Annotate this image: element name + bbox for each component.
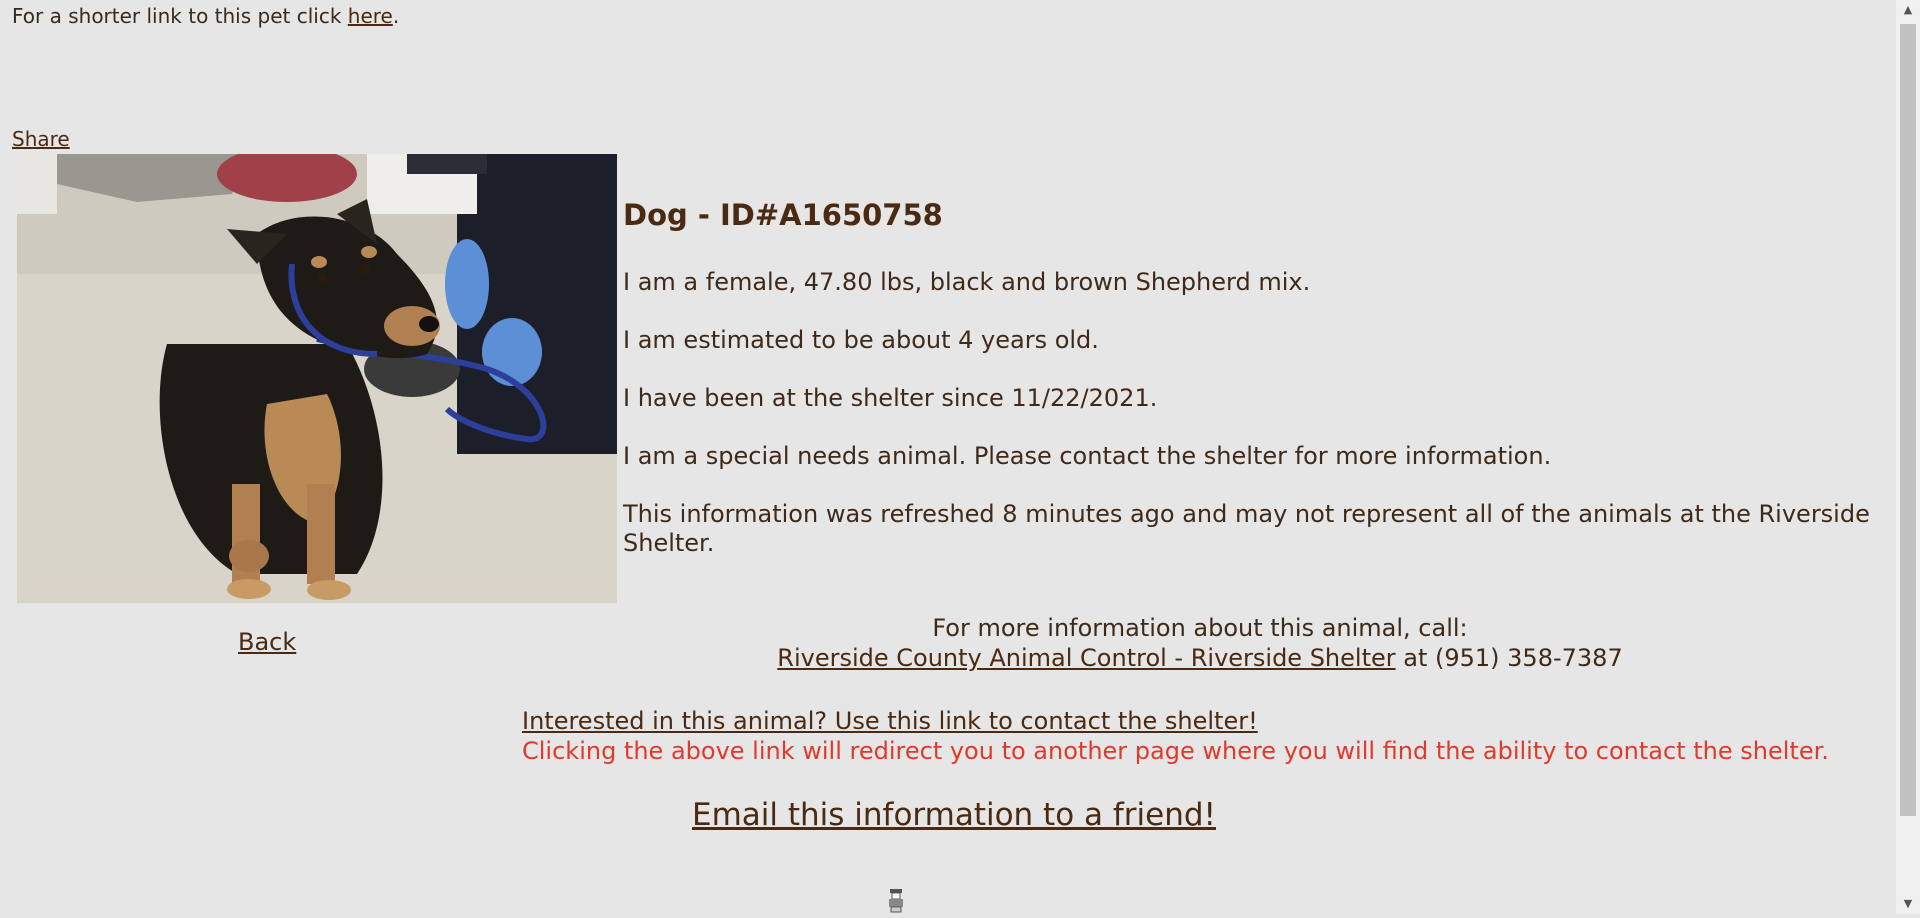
- loading-spinner-icon: [886, 887, 906, 918]
- scrollbar-thumb[interactable]: [1900, 24, 1916, 816]
- share-link[interactable]: Share: [12, 127, 70, 151]
- pet-title: Dog - ID#A1650758: [623, 198, 943, 232]
- contact-intro: For more information about this animal, …: [932, 614, 1468, 642]
- vertical-scrollbar[interactable]: ▲ ▼: [1896, 0, 1920, 914]
- email-friend-link[interactable]: Email this information to a friend!: [692, 797, 1216, 833]
- shortlink-suffix: .: [392, 4, 400, 28]
- pet-special-needs: I am a special needs animal. Please cont…: [623, 442, 1552, 470]
- back-link[interactable]: Back: [238, 628, 296, 656]
- pet-details: Dog - ID#A1650758 I am a female, 47.80 l…: [623, 198, 1883, 557]
- scroll-down-arrow-icon[interactable]: ▼: [1896, 894, 1920, 914]
- pet-shelter-since: I have been at the shelter since 11/22/2…: [623, 384, 1158, 412]
- pet-age: I am estimated to be about 4 years old.: [623, 326, 1099, 354]
- redirect-note: Clicking the above link will redirect yo…: [522, 737, 1829, 765]
- refresh-note: This information was refreshed 8 minutes…: [623, 500, 1870, 557]
- scroll-up-arrow-icon[interactable]: ▲: [1896, 0, 1920, 20]
- shortlink-line: For a shorter link to this pet click her…: [12, 4, 399, 28]
- contact-line: Riverside County Animal Control - Rivers…: [600, 643, 1800, 673]
- pet-description: I am a female, 47.80 lbs, black and brow…: [623, 268, 1311, 296]
- shortlink-text: For a shorter link to this pet click: [12, 4, 348, 28]
- pet-photo: [17, 154, 617, 603]
- shortlink-here-link[interactable]: here: [348, 4, 393, 28]
- shelter-link[interactable]: Riverside County Animal Control - Rivers…: [777, 644, 1395, 672]
- interest-section: Interested in this animal? Use this link…: [522, 706, 1829, 766]
- contact-info: For more information about this animal, …: [600, 613, 1800, 673]
- shelter-phone: at (951) 358-7387: [1395, 644, 1623, 672]
- contact-shelter-link[interactable]: Interested in this animal? Use this link…: [522, 707, 1258, 735]
